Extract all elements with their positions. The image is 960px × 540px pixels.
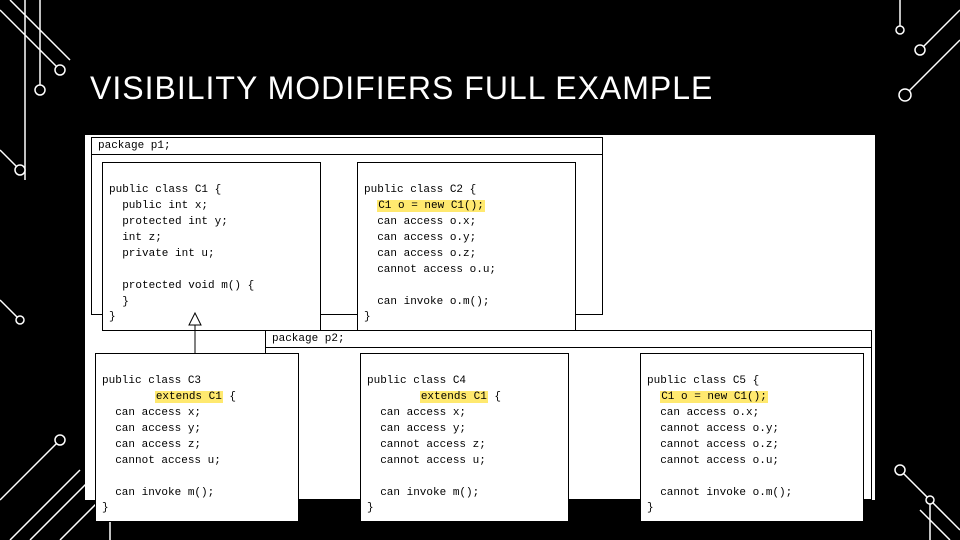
c4-line: public class C4 <box>367 375 466 387</box>
c4-highlight: extends C1 <box>420 391 488 403</box>
c3-line: can access y; <box>102 423 201 435</box>
c5-line: cannot access o.z; <box>647 439 779 451</box>
class-c1: public class C1 { public int x; protecte… <box>102 162 321 331</box>
c5-line: cannot access o.u; <box>647 455 779 467</box>
c2-line: can invoke o.m(); <box>364 296 489 308</box>
c4-line: can access y; <box>367 423 466 435</box>
c1-line: } <box>109 311 116 323</box>
c3-line: can invoke m(); <box>102 487 214 499</box>
c2-line: can access o.z; <box>364 248 476 260</box>
c1-line: public class C1 { <box>109 184 221 196</box>
package-p2-label: package p2; <box>266 331 871 348</box>
c5-line: cannot access o.y; <box>647 423 779 435</box>
c5-highlight: C1 o = new C1(); <box>660 391 768 403</box>
package-p1-label: package p1; <box>92 138 602 155</box>
c1-line: public int x; <box>109 200 208 212</box>
c4-line: can access x; <box>367 407 466 419</box>
c5-line: public class C5 { <box>647 375 759 387</box>
c1-line: } <box>109 296 129 308</box>
c2-line: public class C2 { <box>364 184 476 196</box>
c2-highlight: C1 o = new C1(); <box>377 200 485 212</box>
c1-line: int z; <box>109 232 162 244</box>
c1-line: protected void m() { <box>109 280 254 292</box>
slide-title: VISIBILITY MODIFIERS FULL EXAMPLE <box>90 70 713 107</box>
c5-line: can access o.x; <box>647 407 759 419</box>
c4-line: } <box>367 502 374 514</box>
c2-line: cannot access o.u; <box>364 264 496 276</box>
diagram-area: package p1; public class C1 { public int… <box>85 135 875 500</box>
c3-line: can access x; <box>102 407 201 419</box>
c3-highlight: extends C1 <box>155 391 223 403</box>
c1-line: private int u; <box>109 248 215 260</box>
c3-line: cannot access u; <box>102 455 221 467</box>
c5-line: cannot invoke o.m(); <box>647 487 792 499</box>
c2-line: } <box>364 311 371 323</box>
c3-line: can access z; <box>102 439 201 451</box>
c1-line: protected int y; <box>109 216 228 228</box>
c4-line: cannot access z; <box>367 439 486 451</box>
c4-line: { <box>488 391 501 403</box>
c5-line: } <box>647 502 654 514</box>
class-c3: public class C3 extends C1 { can access … <box>95 353 299 522</box>
class-c4: public class C4 extends C1 { can access … <box>360 353 569 522</box>
package-p1: package p1; public class C1 { public int… <box>91 137 603 315</box>
c3-line: { <box>223 391 236 403</box>
c4-line: can invoke m(); <box>367 487 479 499</box>
class-c5: public class C5 { C1 o = new C1(); can a… <box>640 353 864 522</box>
c3-line: } <box>102 502 109 514</box>
class-c2: public class C2 { C1 o = new C1(); can a… <box>357 162 576 331</box>
c3-line: public class C3 <box>102 375 201 387</box>
c2-line: can access o.x; <box>364 216 476 228</box>
c2-line: can access o.y; <box>364 232 476 244</box>
c4-line: cannot access u; <box>367 455 486 467</box>
